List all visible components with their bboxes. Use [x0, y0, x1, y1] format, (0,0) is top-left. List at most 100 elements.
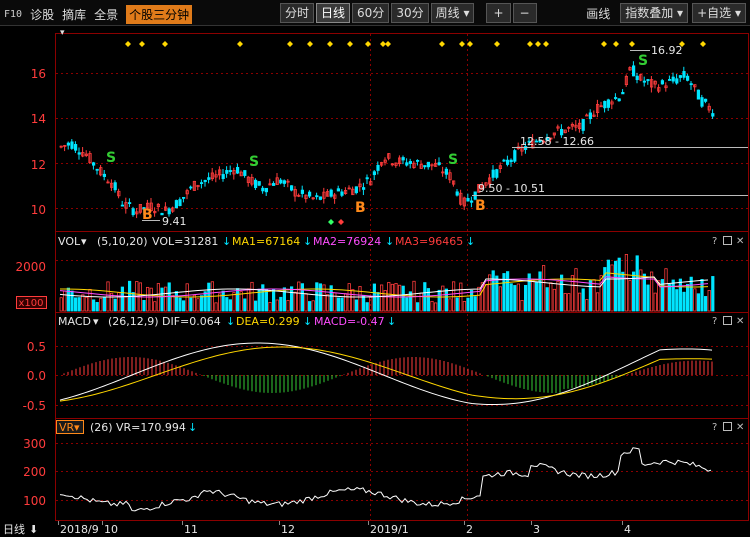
macd-dif: DIF=0.064: [162, 315, 221, 328]
zone-lines: [142, 50, 748, 221]
close-icon[interactable]: ✕: [736, 236, 744, 247]
y-tick: 14: [31, 112, 46, 126]
vr-indicator-name[interactable]: VR: [59, 421, 75, 434]
panel-window-buttons: ? ✕ ? ✕ ? ✕: [712, 236, 744, 433]
vol-ma2: MA2=76924: [313, 235, 381, 248]
x-tick: 4: [624, 523, 631, 536]
x-tick: 10: [104, 523, 118, 536]
svg-text:↓: ↓: [385, 235, 394, 248]
svg-text:↓: ↓: [387, 315, 396, 328]
maximize-icon[interactable]: [723, 422, 732, 431]
toolbar-right: 画线 指数叠加 ▾ +自选 ▾: [580, 3, 746, 23]
y-tick: 12: [31, 158, 46, 172]
pick-stock-button[interactable]: 摘库: [62, 6, 86, 23]
macd-params: (26,12,9): [108, 315, 159, 328]
vol-ma1: MA1=67164: [232, 235, 300, 248]
vol-indicator-name[interactable]: VOL: [58, 235, 81, 248]
close-icon[interactable]: ✕: [736, 316, 744, 327]
low-price-label: 9.41: [162, 215, 187, 228]
high-price-label: 16.92: [651, 44, 683, 57]
vol-header: VOL ▾ (5,10,20) VOL=31281 MA1=67164 MA2=…: [15, 235, 463, 309]
add-watchlist-dropdown[interactable]: +自选 ▾: [692, 3, 746, 23]
vr-layer: [59, 447, 712, 512]
sell-signal: S: [106, 150, 116, 166]
maximize-icon[interactable]: [723, 316, 732, 325]
buy-signal: B: [142, 207, 153, 223]
zone-label-upper: 12.58 - 12.66: [520, 135, 594, 148]
help-icon[interactable]: ?: [712, 236, 717, 247]
x-tick: 2: [466, 523, 473, 536]
vol-value: VOL=31281: [152, 235, 218, 248]
tab-30min[interactable]: 30分: [391, 3, 429, 23]
x-tick: 3: [533, 523, 540, 536]
chevron-down-icon[interactable]: ▾: [93, 315, 99, 328]
toolbar-left: F10 诊股 摘库 全景 个股三分钟: [4, 5, 193, 24]
macd-value: MACD=-0.47: [314, 315, 385, 328]
toolbar: F10 诊股 摘库 全景 个股三分钟 分时 日线 60分 30分 周线 ▾ + …: [0, 0, 750, 26]
vr-params: (26): [90, 421, 113, 434]
index-overlay-label: 指数叠加: [625, 6, 674, 20]
chevron-down-icon: ▾: [734, 6, 741, 20]
tab-daily[interactable]: 日线: [316, 3, 351, 23]
x-tick: 11: [184, 523, 198, 536]
vr-y-tick: 200: [23, 465, 46, 479]
svg-text:↓: ↓: [226, 315, 235, 328]
period-tabs: 分时 日线 60分 30分 周线 ▾ + −: [280, 3, 537, 23]
chevron-down-icon: ▾: [677, 6, 684, 20]
chevron-down-icon[interactable]: ▾: [74, 421, 80, 434]
svg-text:↓: ↓: [303, 235, 312, 248]
chevron-down-icon: ▾: [463, 6, 470, 20]
three-minute-button[interactable]: 个股三分钟: [126, 5, 193, 24]
chevron-down-icon[interactable]: ▾: [81, 235, 87, 248]
x-tick: 2019/1: [370, 523, 409, 536]
vr-y-tick: 300: [23, 437, 46, 451]
f10-button[interactable]: F10: [4, 9, 22, 20]
help-icon[interactable]: ?: [712, 422, 717, 433]
macd-layer: [59, 342, 713, 406]
buy-signal: B: [355, 200, 366, 216]
svg-text:↓: ↓: [222, 235, 231, 248]
y-tick: 16: [31, 67, 46, 81]
arrow-down-icon[interactable]: ⬇: [29, 523, 38, 536]
sell-signal: S: [638, 53, 648, 69]
macd-indicator-name[interactable]: MACD: [58, 315, 91, 328]
period-label[interactable]: 日线: [3, 522, 25, 536]
volume-layer: [59, 254, 715, 312]
zone-label-lower: 9.50 - 10.51: [478, 182, 545, 195]
x-tick: 2018/9: [60, 523, 99, 536]
tab-intraday[interactable]: 分时: [280, 3, 315, 23]
x-axis: 日线 ⬇ 2018/9 10 11 12 2019/1 2 3 4: [0, 521, 750, 537]
x-tick: 12: [281, 523, 295, 536]
arrow-down-icons: ↓ ↓ ↓ ↓ ↓ ↓ ↓ ↓: [188, 235, 475, 434]
zoom-out-button[interactable]: −: [512, 3, 537, 23]
panorama-button[interactable]: 全景: [94, 6, 118, 23]
candlestick-layer: [59, 61, 715, 219]
vr-header: VR ▾ (26) VR=170.994 300 200 100: [23, 420, 186, 508]
price-annotations: 16.92 9.41 12.58 - 12.66 9.50 - 10.51: [162, 44, 683, 228]
vol-y-tick: 2000: [15, 260, 46, 274]
buy-signal: B: [475, 198, 486, 214]
sell-signal: S: [249, 154, 259, 170]
add-watchlist-label: +自选: [697, 6, 732, 20]
help-icon[interactable]: ?: [712, 316, 717, 327]
chart-area[interactable]: 16 14 12 10 16.92 9.41 12.58 - 12.66 9.5…: [0, 25, 750, 537]
macd-y-tick: 0.5: [27, 340, 46, 354]
vol-unit: x100: [18, 298, 43, 309]
index-overlay-dropdown[interactable]: 指数叠加 ▾: [620, 3, 689, 23]
chevron-down-icon[interactable]: ▾: [60, 28, 65, 38]
maximize-icon[interactable]: [723, 236, 732, 245]
sell-signal: S: [448, 152, 458, 168]
vr-y-tick: 100: [23, 494, 46, 508]
tab-weekly-dropdown[interactable]: 周线 ▾: [430, 3, 475, 23]
main-y-axis: 16 14 12 10: [31, 67, 46, 217]
vr-value: VR=170.994: [116, 421, 186, 434]
y-tick: 10: [31, 203, 46, 217]
tab-60min[interactable]: 60分: [352, 3, 390, 23]
close-icon[interactable]: ✕: [736, 422, 744, 433]
zoom-in-button[interactable]: +: [486, 3, 511, 23]
macd-y-tick: 0.0: [27, 369, 46, 383]
draw-line-button[interactable]: 画线: [580, 4, 616, 23]
macd-dea: DEA=0.299: [236, 315, 300, 328]
diagnose-button[interactable]: 诊股: [30, 6, 54, 23]
vol-params: (5,10,20): [97, 235, 148, 248]
